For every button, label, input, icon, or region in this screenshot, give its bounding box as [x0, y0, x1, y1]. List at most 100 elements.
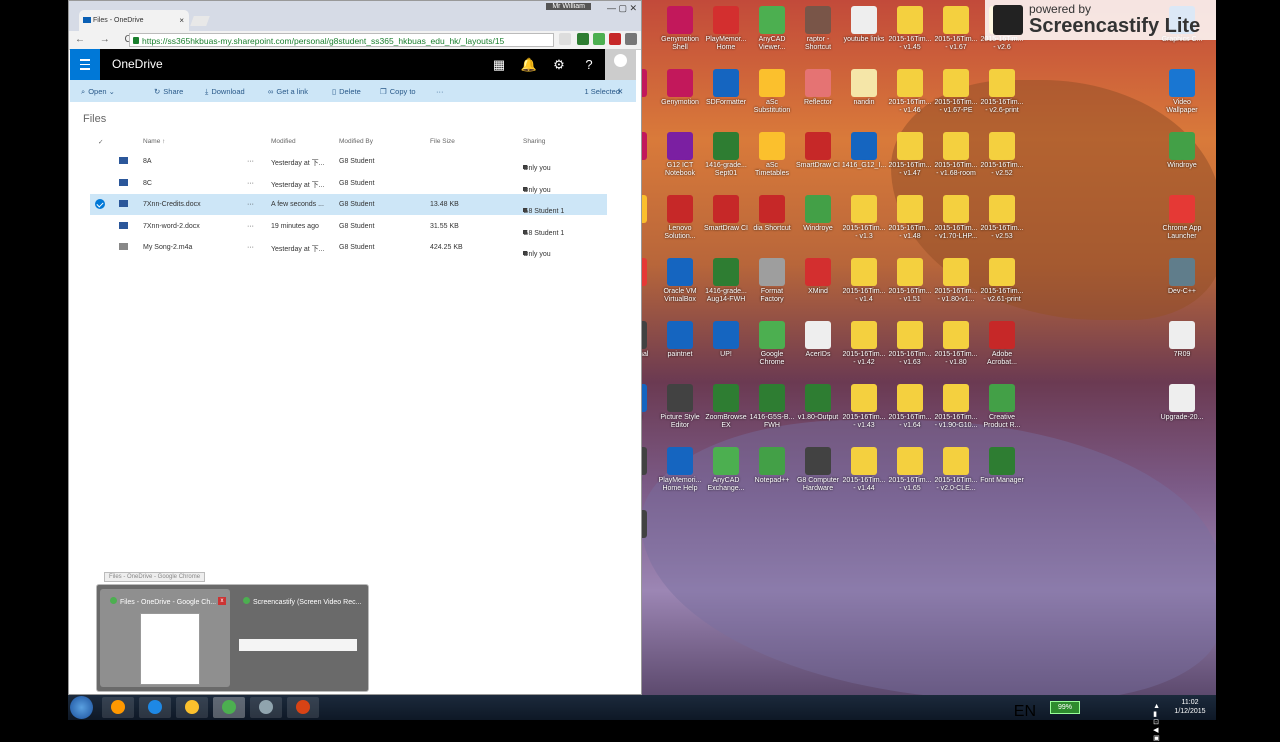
file-name[interactable]: 7Xnn-word-2.docx	[143, 223, 200, 230]
taskbar-windows-app-button[interactable]	[102, 697, 134, 718]
column-header-file-size[interactable]: File Size	[430, 138, 455, 145]
battery-indicator[interactable]: 99%	[1050, 701, 1080, 714]
desktop-icon[interactable]: 2015-16Tim... - v1.90-G10...	[933, 384, 979, 430]
desktop-icon[interactable]: ...lay	[641, 447, 657, 485]
desktop-icon[interactable]: 2015-16Tim... - v1.42	[841, 321, 887, 367]
desktop-icon[interactable]: v1.80-Output	[795, 384, 841, 422]
url-field[interactable]: https://ss365hkbuas-my.sharepoint.com/pe…	[129, 33, 554, 47]
tab-close-icon[interactable]: ×	[179, 10, 184, 31]
new-tab-button[interactable]	[190, 16, 210, 26]
desktop-icon[interactable]: Creative Product R...	[979, 384, 1025, 430]
desktop-icon[interactable]: 2015-16Tim... - v2.0-CLE...	[933, 447, 979, 493]
desktop-icon[interactable]: ...r	[641, 132, 657, 170]
file-name[interactable]: My Song-2.m4a	[143, 244, 192, 251]
desktop-icon[interactable]: 2015-16Tim... - v1.44	[841, 447, 887, 493]
file-name[interactable]: 8A	[143, 158, 152, 165]
tray-icons[interactable]: ▲ ▮ ⊡ ◀ ▣	[1153, 703, 1164, 742]
desktop-icon[interactable]: 2015-16Tim... - v1.67-PE	[933, 69, 979, 115]
desktop-icon[interactable]: aSc Substitution	[749, 69, 795, 115]
desktop-icon[interactable]: AnyCAD Exchange...	[703, 447, 749, 493]
desktop-icon[interactable]: Windroye	[1159, 132, 1205, 170]
star-icon[interactable]	[559, 33, 571, 45]
desktop-icon[interactable]: 2015-16Tim... - v1.4	[841, 258, 887, 304]
desktop-icon[interactable]: 2015-16Tim... - v1.48	[887, 195, 933, 241]
desktop-icon[interactable]: 2015-16Tim... - v2.61-print	[979, 258, 1025, 304]
extension-icon[interactable]	[593, 33, 605, 45]
desktop-icon[interactable]: WA	[641, 195, 657, 233]
desktop-icon[interactable]: 1416-grade... Sept01	[703, 132, 749, 178]
thumbnail-close-icon[interactable]: x	[218, 597, 226, 605]
taskbar-ie-button[interactable]	[139, 697, 171, 718]
table-row[interactable]: My Song-2.m4a ··· Yesterday at 下... G8 Stud…	[90, 237, 607, 258]
desktop-icon[interactable]: Windroye	[795, 195, 841, 233]
desktop-icon[interactable]: PlayMemor... Home	[703, 6, 749, 52]
desktop-icon[interactable]: 2015-16Tim... - v1.47	[887, 132, 933, 178]
app-launcher-icon[interactable]: ▦	[484, 49, 514, 80]
start-button[interactable]	[70, 696, 93, 719]
share-button[interactable]: ↻ Share	[154, 87, 183, 96]
delete-button[interactable]: ▯ Delete	[332, 87, 361, 96]
desktop-icon[interactable]: SmartDraw CI	[703, 195, 749, 233]
row-actions-button[interactable]: ···	[247, 223, 254, 230]
desktop-icon[interactable]: dia Shortcut	[749, 195, 795, 233]
desktop-icon[interactable]: AcerIDs	[795, 321, 841, 359]
desktop-icon[interactable]: Genymotion	[657, 69, 703, 107]
desktop-icon[interactable]: Picture Style Editor	[657, 384, 703, 430]
desktop-icon[interactable]: G8 Computer Hardware	[795, 447, 841, 493]
taskbar-chrome-button[interactable]	[213, 697, 245, 718]
desktop-icon[interactable]: 7R09	[1159, 321, 1205, 359]
notifications-icon[interactable]: 🔔	[514, 49, 544, 80]
taskbar-explorer-button[interactable]	[176, 697, 208, 718]
desktop-icon[interactable]: 2015-16Tim... - v1.68-room	[933, 132, 979, 178]
desktop-icon[interactable]: ...r	[641, 258, 657, 296]
table-row[interactable]: 7Xnn-word-2.docx ··· 19 minutes ago G8 Stud…	[90, 216, 607, 237]
desktop-icon[interactable]: 2015-16Tim... - v1.80-v1...	[933, 258, 979, 304]
settings-icon[interactable]: ⚙	[544, 49, 574, 80]
desktop-icon[interactable]: Adobe Acrobat...	[979, 321, 1025, 367]
column-header-modified[interactable]: Modified	[271, 138, 296, 145]
download-button[interactable]: ⤓ Download	[205, 87, 245, 97]
desktop-icon[interactable]: 2015-16Tim... - v1.67	[933, 6, 979, 52]
table-row[interactable]: 8C ··· Yesterday at 下... G8 Student Only you	[90, 173, 607, 194]
desktop-icon[interactable]: Oracle VM VirtualBox	[657, 258, 703, 304]
row-actions-button[interactable]: ···	[247, 180, 254, 187]
desktop-icon[interactable]: Dev-C++	[1159, 258, 1205, 296]
desktop-icon[interactable]: 1416-G5S-B... FWH	[749, 384, 795, 430]
window-controls[interactable]: — ▢ ✕	[607, 3, 637, 14]
desktop-icon[interactable]: nandin	[841, 69, 887, 107]
desktop-icon[interactable]: 2015-16Tim... - v1.70-LHP...	[933, 195, 979, 241]
desktop-icon[interactable]: 2015-16Tim... - v1.45	[887, 6, 933, 52]
hamburger-icon[interactable]	[70, 49, 100, 80]
language-indicator[interactable]: EN	[1014, 703, 1036, 721]
screencastify-icon[interactable]	[609, 33, 621, 45]
selected-check-icon[interactable]	[95, 199, 105, 209]
menu-icon[interactable]	[625, 33, 637, 45]
desktop-icon[interactable]: 2015-16Tim... - v1.64	[887, 384, 933, 430]
thumbnail-screencastify[interactable]: Screencastify (Screen Video Rec...	[233, 589, 363, 687]
desktop-icon[interactable]: Genymotion Shell	[657, 6, 703, 52]
desktop-icon[interactable]: 2015-16Tim... - v1.43	[841, 384, 887, 430]
row-actions-button[interactable]: ···	[247, 158, 254, 165]
desktop-icon[interactable]: 2015-16Tim... - v2.52	[979, 132, 1025, 178]
desktop-icon[interactable]: Reflector	[795, 69, 841, 107]
desktop-icon[interactable]: aSc Timetables	[749, 132, 795, 178]
row-actions-button[interactable]: ···	[247, 244, 254, 251]
extension-icon[interactable]	[577, 33, 589, 45]
desktop-icon[interactable]: Lenovo Solution...	[657, 195, 703, 241]
desktop-icon[interactable]: ...to ...nal	[641, 321, 657, 359]
desktop-icon[interactable]: raptor - Shortcut	[795, 6, 841, 52]
desktop-icon[interactable]: AnyCAD Viewer...	[749, 6, 795, 52]
open-button[interactable]: ⌕ Open ⌄	[81, 87, 115, 97]
desktop-icon[interactable]: 2015-16Tim... - v1.3	[841, 195, 887, 241]
desktop-icon[interactable]: ...	[641, 510, 657, 548]
desktop-icon[interactable]: 2015-16Tim... - v2.53	[979, 195, 1025, 241]
desktop-icon[interactable]: Google Chrome	[749, 321, 795, 367]
taskbar-powerpoint-button[interactable]	[287, 697, 319, 718]
desktop-icon[interactable]: 2015-16Tim... - v1.80	[933, 321, 979, 367]
desktop-icon[interactable]: Chrome App Launcher	[1159, 195, 1205, 241]
desktop-icon[interactable]: 1416-grade... Aug14-FWH	[703, 258, 749, 304]
desktop-icon[interactable]: 2015-16Tim... - v1.51	[887, 258, 933, 304]
taskbar-window-button[interactable]	[250, 697, 282, 718]
copy-to-button[interactable]: ❐ Copy to	[380, 87, 416, 96]
desktop-icon[interactable]: ...ght	[641, 384, 657, 422]
